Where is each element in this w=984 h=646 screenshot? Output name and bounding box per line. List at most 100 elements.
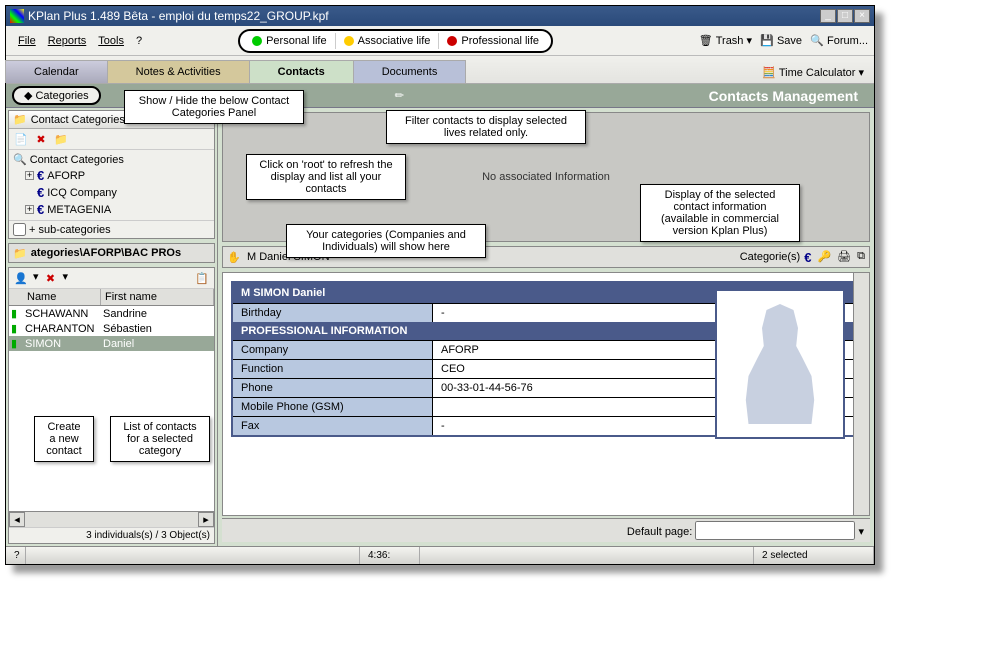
euro-icon[interactable]: € [804,250,811,265]
menu-tools[interactable]: Tools [92,33,130,49]
person-icon: ▮ [11,322,23,335]
label-phone: Phone [233,379,433,397]
hand-icon[interactable]: ✋ [227,251,243,264]
col-firstname[interactable]: First name [101,289,214,305]
expand-icon[interactable]: + [25,171,34,180]
callout-categories-toggle: Show / Hide the below Contact Categories… [124,90,304,124]
tab-documents[interactable]: Documents [353,60,467,83]
person-icon: ▮ [11,337,23,350]
print-icon[interactable]: 🖨 [837,250,851,265]
list-body: ▮ SCHAWANN Sandrine ▮ CHARANTON Sébastie… [9,306,214,511]
tabbar: Calendar Notes & Activities Contacts Doc… [6,56,874,84]
contact-detail-view: M SIMON Daniel Birthday- PROFESSIONAL IN… [222,272,870,516]
body-area: 📁 Contact Categories 📄 ✖ 📁 🔍 Contact Cat… [6,108,874,546]
sub-categories-checkbox[interactable]: + sub-categories [9,220,214,238]
calculator-icon: 🧮 [762,66,776,79]
filter-professional[interactable]: Professional life [439,33,547,49]
trash-icon: 🗑 [699,34,713,48]
new-category-button[interactable]: 📄 [13,131,29,147]
trash-button[interactable]: 🗑Trash▾ [699,34,752,48]
label-fax: Fax [233,417,433,435]
forum-icon: 🔍 [810,34,824,48]
default-page-row: Default page: ▾ [222,518,870,542]
yellow-dot-icon [344,36,354,46]
sub-categories-check[interactable] [13,223,26,236]
scroll-right-button[interactable]: ▸ [198,512,214,527]
contacts-list-panel: 👤 ▾ ✖ ▾ 📋 Name First name ▮ SCHAWANN [8,267,215,544]
vertical-scrollbar[interactable] [853,273,869,515]
col-name[interactable]: Name [23,289,101,305]
page-title: Contacts Management [709,88,868,104]
label-function: Function [233,360,433,378]
categories-tree: 🔍 Contact Categories + € AFORP € ICQ Com… [9,150,214,220]
callout-categories: Your categories (Companies and Individua… [286,224,486,258]
filter-associative[interactable]: Associative life [336,33,440,49]
callout-filter: Filter contacts to display selected live… [386,110,586,144]
callout-new-contact: Create a new contact [34,416,94,462]
euro-icon: € [37,202,44,217]
tab-contacts[interactable]: Contacts [249,60,354,83]
time-calculator-button[interactable]: 🧮 Time Calculator ▾ [752,62,874,83]
red-dot-icon [447,36,457,46]
tree-item-aforp[interactable]: + € AFORP [13,167,210,184]
left-column: 📁 Contact Categories 📄 ✖ 📁 🔍 Contact Cat… [6,108,218,546]
horizontal-scrollbar[interactable]: ◂ ▸ [9,511,214,527]
categories-panel: 📁 Contact Categories 📄 ✖ 📁 🔍 Contact Cat… [8,110,215,239]
window-icon[interactable]: ⧉ [857,250,865,265]
delete-contact-button[interactable]: ✖ [43,270,59,286]
close-button[interactable]: × [854,9,870,23]
life-filter-group: Personal life Associative life Professio… [238,29,553,53]
status-time: 4:36: [360,547,420,564]
tab-calendar[interactable]: Calendar [5,60,108,83]
callout-contact-info: Display of the selected contact informat… [640,184,800,242]
silhouette-icon [735,304,825,424]
folder-icon: 📁 [13,247,27,260]
scroll-left-button[interactable]: ◂ [9,512,25,527]
delete-category-button[interactable]: ✖ [33,131,49,147]
pencil-icon[interactable]: ✎ [392,88,408,104]
list-toolbar: 👤 ▾ ✖ ▾ 📋 [9,268,214,289]
filter-personal[interactable]: Personal life [244,33,336,49]
tab-notes[interactable]: Notes & Activities [107,60,250,83]
save-button[interactable]: 💾Save [760,34,802,48]
maximize-button[interactable]: □ [837,9,853,23]
tree-item-metagenia[interactable]: + € METAGENIA [13,201,210,218]
search-icon: 🔍 [13,153,27,166]
help-button[interactable]: ? [6,547,26,564]
list-row-selected[interactable]: ▮ SIMON Daniel [9,336,214,351]
new-contact-button[interactable]: 👤 [13,270,29,286]
statusbar: ? 4:36: 2 selected [6,546,874,564]
app-icon [10,9,24,23]
label-company: Company [233,341,433,359]
person-icon: ▮ [11,307,23,320]
menu-file[interactable]: File [12,33,42,49]
refresh-button[interactable]: 📁 [53,131,69,147]
categories-toolbar: 📄 ✖ 📁 [9,129,214,150]
list-header: Name First name [9,289,214,306]
list-row[interactable]: ▮ SCHAWANN Sandrine [9,306,214,321]
default-page-input[interactable] [695,521,855,540]
menu-help[interactable]: ? [130,33,148,49]
tree-root[interactable]: 🔍 Contact Categories [13,152,210,167]
label-mobile: Mobile Phone (GSM) [233,398,433,416]
list-status: 3 individuals(s) / 3 Object(s) [9,527,214,543]
folder-icon: 📁 [13,113,27,126]
euro-icon: € [37,185,44,200]
euro-icon: € [37,168,44,183]
key-icon[interactable]: 🔑 [817,250,831,265]
menu-reports[interactable]: Reports [42,33,93,49]
menubar: File Reports Tools ? Personal life Assoc… [6,26,874,56]
tree-item-icq[interactable]: € ICQ Company [13,184,210,201]
dropdown-icon[interactable]: ▾ [858,526,864,538]
contact-photo [715,289,845,439]
breadcrumb-path: 📁 ategories\AFORP\BAC PROs [8,243,215,263]
window-title: KPlan Plus 1.489 Bêta - emploi du temps2… [28,9,820,23]
forum-button[interactable]: 🔍Forum... [810,34,868,48]
categories-toggle-button[interactable]: ◆Categories [12,86,101,105]
expand-icon[interactable]: + [25,205,34,214]
titlebar: KPlan Plus 1.489 Bêta - emploi du temps2… [6,6,874,26]
minimize-button[interactable]: _ [820,9,836,23]
diamond-icon: ◆ [24,89,32,102]
list-row[interactable]: ▮ CHARANTON Sébastien [9,321,214,336]
list-options-button[interactable]: 📋 [194,270,210,286]
